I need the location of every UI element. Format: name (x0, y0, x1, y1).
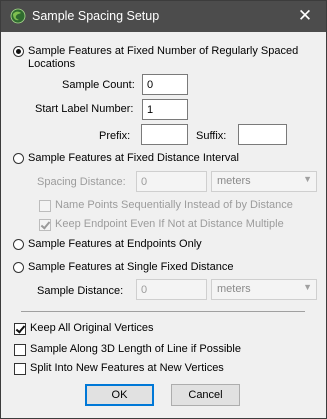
title-bar[interactable]: Sample Spacing Setup ✕ (1, 1, 326, 32)
radio-fixed-distance-label: Sample Features at Fixed Distance Interv… (28, 152, 239, 164)
check-split-features-box[interactable] (14, 363, 26, 375)
globe-map-icon (10, 8, 26, 24)
start-label-number-label: Start Label Number: (35, 103, 134, 115)
check-name-points-label: Name Points Sequentially Instead of by D… (55, 199, 293, 211)
check-name-points[interactable]: Name Points Sequentially Instead of by D… (39, 199, 293, 212)
check-keep-vertices-box[interactable] (14, 323, 26, 335)
chevron-down-icon: ▼ (303, 174, 312, 184)
spacing-distance-label: Spacing Distance: (37, 176, 126, 188)
check-keep-vertices-label: Keep All Original Vertices (30, 322, 154, 334)
dialog-content: Sample Features at Fixed Number of Regul… (1, 32, 326, 418)
sample-count-input[interactable] (142, 74, 188, 95)
prefix-label: Prefix: (99, 130, 131, 142)
sample-distance-input[interactable] (136, 279, 207, 300)
close-button[interactable]: ✕ (284, 1, 326, 32)
radio-endpoints-only-indicator[interactable] (13, 239, 24, 250)
check-keep-vertices[interactable]: Keep All Original Vertices (14, 322, 154, 335)
radio-endpoints-only-label: Sample Features at Endpoints Only (28, 238, 202, 250)
spacing-distance-input[interactable] (136, 171, 207, 192)
suffix-label: Suffix: (196, 130, 227, 142)
suffix-input[interactable] (238, 124, 287, 145)
spacing-distance-unit-select[interactable]: meters ▼ (211, 171, 317, 192)
check-keep-endpoint[interactable]: Keep Endpoint Even If Not at Distance Mu… (39, 218, 284, 231)
check-keep-endpoint-box[interactable] (39, 219, 51, 231)
chevron-down-icon: ▼ (303, 282, 312, 292)
radio-single-fixed[interactable]: Sample Features at Single Fixed Distance (13, 261, 233, 274)
check-along-3d[interactable]: Sample Along 3D Length of Line if Possib… (14, 343, 241, 356)
start-label-number-input[interactable] (142, 99, 188, 120)
check-along-3d-box[interactable] (14, 344, 26, 356)
radio-fixed-distance-indicator[interactable] (13, 153, 24, 164)
prefix-input[interactable] (141, 124, 188, 145)
radio-single-fixed-label: Sample Features at Single Fixed Distance (28, 261, 234, 273)
sample-distance-unit-value: meters (217, 283, 251, 295)
close-icon: ✕ (297, 6, 313, 25)
check-along-3d-label: Sample Along 3D Length of Line if Possib… (30, 343, 241, 355)
check-keep-endpoint-label: Keep Endpoint Even If Not at Distance Mu… (55, 218, 284, 230)
check-split-features-label: Split Into New Features at New Vertices (30, 362, 224, 374)
radio-fixed-count[interactable]: Sample Features at Fixed Number of Regul… (13, 45, 303, 71)
spacing-distance-unit-value: meters (217, 175, 251, 187)
divider (21, 311, 305, 312)
cancel-button[interactable]: Cancel (171, 384, 240, 406)
sample-distance-label: Sample Distance: (37, 285, 124, 297)
check-name-points-box[interactable] (39, 200, 51, 212)
check-split-features[interactable]: Split Into New Features at New Vertices (14, 362, 224, 375)
radio-endpoints-only[interactable]: Sample Features at Endpoints Only (13, 238, 202, 251)
dialog-window: Sample Spacing Setup ✕ Sample Features a… (0, 0, 327, 419)
ok-button[interactable]: OK (85, 384, 154, 406)
sample-count-label: Sample Count: (62, 79, 135, 91)
radio-single-fixed-indicator[interactable] (13, 262, 24, 273)
sample-distance-unit-select[interactable]: meters ▼ (211, 279, 317, 300)
radio-fixed-count-indicator[interactable] (13, 46, 24, 57)
window-title: Sample Spacing Setup (32, 9, 160, 23)
radio-fixed-distance[interactable]: Sample Features at Fixed Distance Interv… (13, 152, 239, 165)
radio-fixed-count-label: Sample Features at Fixed Number of Regul… (28, 45, 299, 70)
